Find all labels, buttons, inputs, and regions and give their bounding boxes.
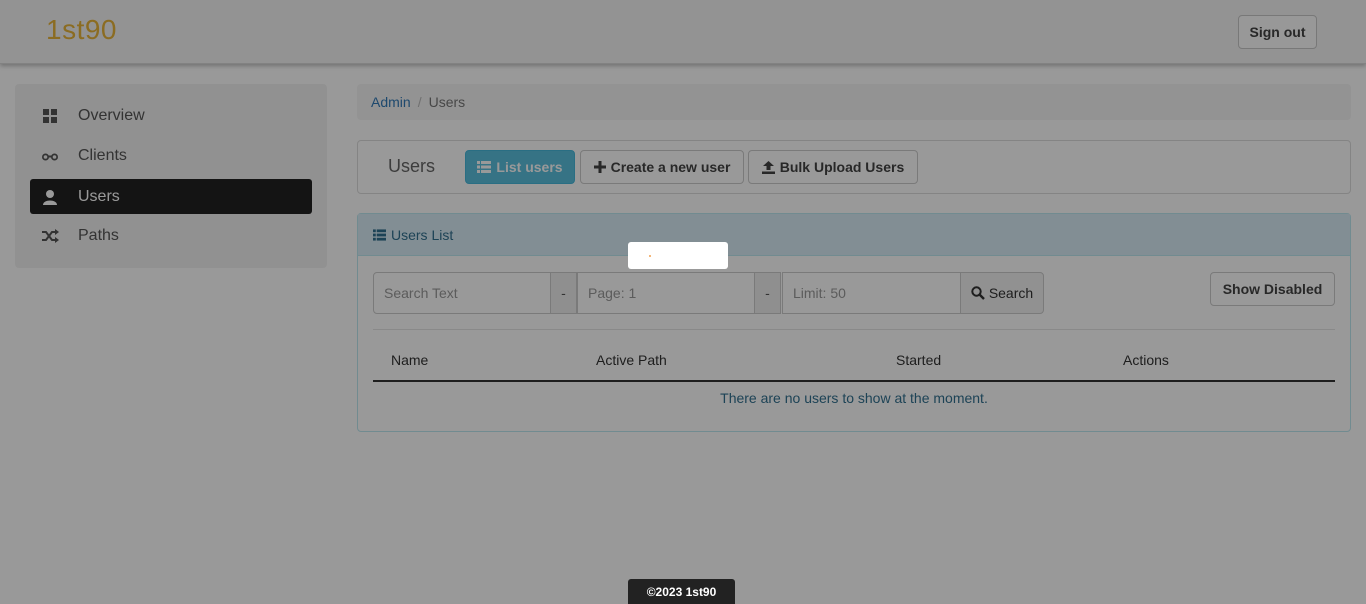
modal-backdrop bbox=[0, 0, 1366, 604]
loading-indicator bbox=[628, 242, 728, 269]
loading-spinner-icon bbox=[649, 255, 651, 257]
footer-copyright: ©2023 1st90 bbox=[628, 579, 735, 604]
